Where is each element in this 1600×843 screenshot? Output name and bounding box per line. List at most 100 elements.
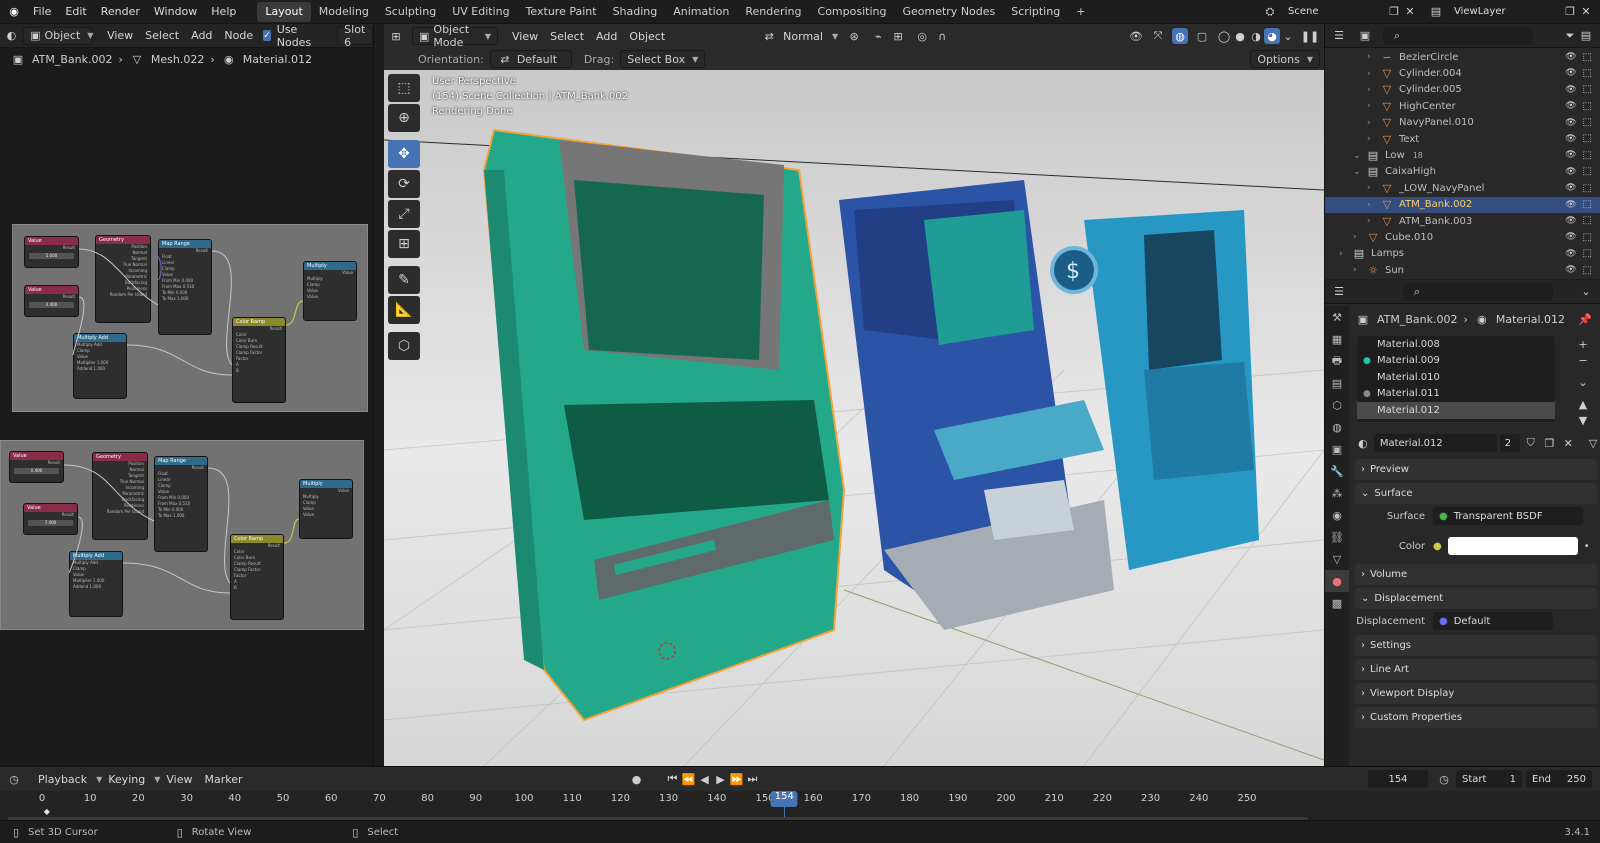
options-dropdown[interactable]: Options ▼ <box>1250 50 1320 68</box>
workspace-tab-compositing[interactable]: Compositing <box>810 2 895 22</box>
outliner-search-input[interactable]: ⌕ <box>1383 26 1533 45</box>
material-users-count[interactable]: 2 <box>1499 434 1520 452</box>
timeline-menu-playback[interactable]: Playback <box>32 770 93 788</box>
visibility-toggle-icon[interactable]: 👁 <box>1565 68 1576 78</box>
expand-toggle-icon[interactable]: › <box>1353 265 1365 275</box>
render-toggle-icon[interactable]: ⬚ <box>1583 52 1592 63</box>
preview-range-icon[interactable]: ◷ <box>1436 771 1452 787</box>
expand-toggle-icon[interactable]: ⌄ <box>1353 167 1365 177</box>
outliner-row[interactable]: › ▤ Lamps 👁 ⬚ <box>1325 246 1600 262</box>
select-box-tool-icon[interactable]: ⬚ <box>388 74 420 102</box>
shading-options-icon[interactable]: ⌄ <box>1280 28 1296 44</box>
workspace-tab-shading[interactable]: Shading <box>605 2 666 22</box>
playhead-indicator[interactable]: 154 <box>770 791 798 807</box>
render-toggle-icon[interactable]: ⬚ <box>1583 84 1592 95</box>
workspace-tab-sculpting[interactable]: Sculpting <box>377 2 444 22</box>
node-frame-upper[interactable]: Value Result 5.000 Value Result 0.400 Ge… <box>12 224 368 412</box>
keyframe-diamond-icon[interactable]: ◆ <box>44 807 50 816</box>
surface-shader-field[interactable]: ● Transparent BSDF <box>1433 507 1583 525</box>
move-tool-icon[interactable]: ✥ <box>388 140 420 168</box>
unlink-material-icon[interactable]: ✕ <box>1560 435 1576 451</box>
visibility-toggle-icon[interactable]: 👁 <box>1565 52 1576 62</box>
duplicate-material-icon[interactable]: ❐ <box>1541 435 1557 451</box>
visibility-toggle-icon[interactable]: 👁 <box>1565 265 1576 275</box>
end-frame-field[interactable]: End 250 <box>1526 770 1592 788</box>
slot-specials-icon[interactable]: ⌄ <box>1575 374 1591 390</box>
remove-slot-icon[interactable]: − <box>1575 352 1591 368</box>
render-toggle-icon[interactable]: ⬚ <box>1583 183 1592 194</box>
frame-ruler[interactable]: 0 10 20 30 40 50 60 70 80 90 100 110 120 130 140 150 160… <box>0 791 1320 821</box>
material-slot-item[interactable]: ● Material.011 <box>1357 386 1555 403</box>
output-tab-icon[interactable]: 🖶 <box>1325 350 1349 372</box>
viewport-display-panel-header[interactable]: › Viewport Display <box>1355 683 1597 704</box>
color-swatch[interactable] <box>1447 537 1578 555</box>
workspace-tab-texture-paint[interactable]: Texture Paint <box>518 2 605 22</box>
render-toggle-icon[interactable]: ⬚ <box>1583 150 1592 161</box>
timeline-menu-keying[interactable]: Keying <box>102 770 151 788</box>
node-frame-lower[interactable]: Value Result 0.400 Value Result 7.000 Ge… <box>0 440 364 630</box>
drag-dropdown[interactable]: Select Box ▼ <box>620 50 706 68</box>
node-menu-select[interactable]: Select <box>139 27 185 45</box>
expand-toggle-icon[interactable]: › <box>1367 134 1379 144</box>
view-layer-selector[interactable]: ViewLayer <box>1448 2 1558 21</box>
outliner-row[interactable]: ⌄ ▤ CaixaHigh 👁 ⬚ <box>1325 164 1600 180</box>
visibility-toggle-icon[interactable]: 👁 <box>1565 200 1576 210</box>
rotate-tool-icon[interactable]: ⟳ <box>388 170 420 198</box>
move-slot-up-icon[interactable]: ▲ <box>1575 396 1591 412</box>
timeline-menu-marker[interactable]: Marker <box>198 770 248 788</box>
render-toggle-icon[interactable]: ⬚ <box>1583 215 1592 226</box>
delete-view-layer-icon[interactable]: ✕ <box>1578 4 1594 20</box>
mode-dropdown[interactable]: ▣ Object Mode ▼ <box>412 23 498 49</box>
scale-tool-icon[interactable]: ⤢ <box>388 200 420 228</box>
shading-wireframe-icon[interactable]: ◯ <box>1216 28 1232 44</box>
current-frame-field[interactable]: 154 <box>1368 770 1428 788</box>
visibility-toggle-icon[interactable]: 👁 <box>1565 85 1576 95</box>
outliner-row[interactable]: › ☼ Sun 👁 ⬚ <box>1325 262 1600 278</box>
outliner-row[interactable]: › ▽ _LOW_NavyPanel 👁 ⬚ <box>1325 180 1600 196</box>
timeline-menu-view[interactable]: View <box>160 770 198 788</box>
new-collection-icon[interactable]: ▤ <box>1578 28 1594 44</box>
expand-toggle-icon[interactable]: › <box>1367 216 1379 226</box>
viewport-menu-view[interactable]: View <box>506 27 544 45</box>
menu-edit[interactable]: Edit <box>58 0 93 24</box>
outliner-row[interactable]: › ▽ Text 👁 ⬚ <box>1325 131 1600 147</box>
render-toggle-icon[interactable]: ⬚ <box>1583 248 1592 259</box>
shading-rendered-icon[interactable]: ◕ <box>1264 28 1280 44</box>
editor-type-icon[interactable]: ☰ <box>1331 28 1347 44</box>
jump-end-icon[interactable]: ⏭ <box>745 771 761 787</box>
overlays-icon[interactable]: ◍ <box>1172 28 1188 44</box>
annotate-tool-icon[interactable]: ✎ <box>388 266 420 294</box>
visibility-toggle-icon[interactable]: 👁 <box>1565 167 1576 177</box>
visibility-toggle-icon[interactable]: 👁 <box>1565 118 1576 128</box>
expand-toggle-icon[interactable]: › <box>1339 249 1351 259</box>
visibility-toggle-icon[interactable]: 👁 <box>1565 232 1576 242</box>
workspace-tab-geometry-nodes[interactable]: Geometry Nodes <box>894 2 1003 22</box>
outliner-row[interactable]: › ▽ Cube.010 👁 ⬚ <box>1325 229 1600 245</box>
menu-render[interactable]: Render <box>94 0 147 24</box>
visibility-toggle-icon[interactable]: 👁 <box>1565 183 1576 193</box>
pause-render-icon[interactable]: ❚❚ <box>1301 28 1319 44</box>
expand-toggle-icon[interactable]: › <box>1367 200 1379 210</box>
viewport-menu-add[interactable]: Add <box>590 27 623 45</box>
fake-user-icon[interactable]: ⛉ <box>1523 435 1539 451</box>
pin-icon[interactable]: 📌 <box>1577 311 1593 327</box>
expand-toggle-icon[interactable]: › <box>1367 101 1379 111</box>
outliner-row[interactable]: › ∽ BezierCircle 👁 ⬚ <box>1325 49 1600 65</box>
volume-panel-header[interactable]: › Volume <box>1355 564 1597 585</box>
play-reverse-icon[interactable]: ◀ <box>697 771 713 787</box>
outliner-row[interactable]: › ▽ ATM_Bank.002 👁 ⬚ <box>1325 196 1600 213</box>
expand-toggle-icon[interactable]: › <box>1367 52 1379 62</box>
workspace-tab-uv-editing[interactable]: UV Editing <box>444 2 517 22</box>
expand-toggle-icon[interactable]: › <box>1367 85 1379 95</box>
expand-toggle-icon[interactable]: › <box>1353 232 1365 242</box>
shading-material-icon[interactable]: ◑ <box>1248 28 1264 44</box>
material-name-field[interactable]: Material.012 <box>1373 434 1497 452</box>
view-layer-tab-icon[interactable]: ▤ <box>1325 372 1349 394</box>
chevron-down-icon[interactable]: ⌄ <box>1578 284 1594 300</box>
render-tab-icon[interactable]: ▦ <box>1325 328 1349 350</box>
line-art-panel-header[interactable]: › Line Art <box>1355 659 1597 680</box>
object-type-dropdown[interactable]: ▣ Object ▼ <box>23 26 93 45</box>
play-icon[interactable]: ▶ <box>713 771 729 787</box>
outliner-row[interactable]: › ▽ Cylinder.004 👁 ⬚ <box>1325 65 1600 81</box>
add-cube-tool-icon[interactable]: ⬡ <box>388 332 420 360</box>
